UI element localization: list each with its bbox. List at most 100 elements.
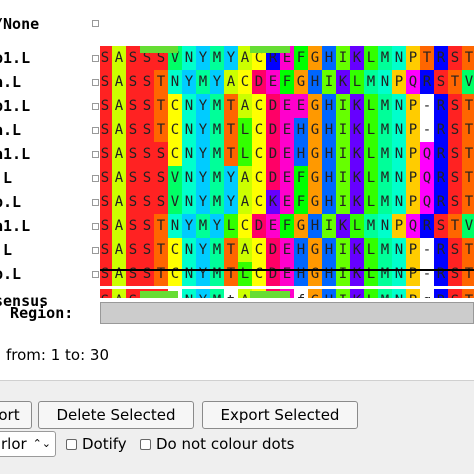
residue-cell[interactable]: N <box>182 166 196 190</box>
consensus-residue[interactable]: Y <box>196 289 210 298</box>
residue-cell[interactable]: Y <box>224 166 238 190</box>
residue-cell[interactable]: R <box>434 238 448 262</box>
residue-cell[interactable]: S <box>434 214 448 238</box>
residue-cell[interactable]: N <box>392 46 406 70</box>
residue-cell[interactable]: N <box>182 94 196 118</box>
residue-cell[interactable]: S <box>126 118 140 142</box>
residue-cell[interactable]: T <box>224 238 238 262</box>
residue-cell[interactable]: A <box>224 70 238 94</box>
residue-cell[interactable]: C <box>168 238 182 262</box>
residue-cell[interactable]: G <box>308 46 322 70</box>
residue-cell[interactable]: I <box>336 118 350 142</box>
residue-cell[interactable]: K <box>266 190 280 214</box>
residue-cell[interactable]: F <box>294 46 308 70</box>
residue-cell[interactable]: L <box>350 70 364 94</box>
residue-cell[interactable]: T <box>462 262 474 286</box>
residue-cell[interactable]: C <box>238 70 252 94</box>
residue-cell[interactable]: N <box>378 214 392 238</box>
residue-cell[interactable]: C <box>168 262 182 286</box>
residue-cell[interactable]: P <box>406 190 420 214</box>
residue-cell[interactable]: I <box>336 262 350 286</box>
residue-cell[interactable]: S <box>154 190 168 214</box>
sequence-label[interactable]: b.L <box>0 262 21 286</box>
residue-cell[interactable]: G <box>308 166 322 190</box>
residue-cell[interactable]: C <box>252 142 266 166</box>
residue-cell[interactable]: N <box>392 94 406 118</box>
residue-cell[interactable]: S <box>100 70 112 94</box>
residue-cell[interactable]: M <box>364 214 378 238</box>
residue-cell[interactable]: L <box>364 46 378 70</box>
residue-cell[interactable]: I <box>336 166 350 190</box>
residue-cell[interactable]: T <box>154 70 168 94</box>
residue-cell[interactable]: S <box>126 190 140 214</box>
residue-cell[interactable]: S <box>434 70 448 94</box>
residue-cell[interactable]: G <box>294 214 308 238</box>
row-checkbox[interactable] <box>92 175 99 182</box>
residue-cell[interactable]: N <box>378 70 392 94</box>
residue-cell[interactable]: G <box>308 94 322 118</box>
residue-cell[interactable]: I <box>336 238 350 262</box>
residue-cell[interactable]: M <box>378 46 392 70</box>
residue-cell[interactable]: Y <box>224 46 238 70</box>
region-field[interactable] <box>100 302 474 324</box>
residue-cell[interactable]: Y <box>196 94 210 118</box>
residue-cell[interactable]: Q <box>406 214 420 238</box>
residue-cell[interactable]: Q <box>406 70 420 94</box>
residue-cell[interactable]: H <box>308 214 322 238</box>
residue-cell[interactable]: T <box>154 262 168 286</box>
residue-cell[interactable]: H <box>322 190 336 214</box>
residue-cell[interactable]: A <box>238 190 252 214</box>
residue-cell[interactable]: H <box>322 118 336 142</box>
residue-cell[interactable]: S <box>140 70 154 94</box>
residue-cell[interactable]: M <box>378 238 392 262</box>
residue-cell[interactable]: - <box>420 118 434 142</box>
residue-cell[interactable]: N <box>182 142 196 166</box>
row-checkbox[interactable] <box>92 223 99 230</box>
residue-cell[interactable]: S <box>448 166 462 190</box>
residue-cell[interactable]: C <box>238 214 252 238</box>
residue-cell[interactable]: C <box>168 118 182 142</box>
no-colour-dots-option[interactable]: Do not colour dots <box>140 433 294 455</box>
residue-cell[interactable]: P <box>406 166 420 190</box>
residue-cell[interactable]: Y <box>182 214 196 238</box>
residue-cell[interactable]: C <box>252 262 266 286</box>
residue-cell[interactable]: R <box>434 262 448 286</box>
residue-cell[interactable]: M <box>378 94 392 118</box>
residue-cell[interactable]: H <box>322 262 336 286</box>
consensus-residue[interactable]: S <box>126 289 140 298</box>
residue-cell[interactable]: L <box>364 262 378 286</box>
residue-cell[interactable]: S <box>154 142 168 166</box>
residue-cell[interactable]: S <box>126 166 140 190</box>
residue-cell[interactable]: S <box>140 262 154 286</box>
residue-cell[interactable]: F <box>280 214 294 238</box>
consensus-residue[interactable]: f <box>294 289 308 298</box>
consensus-residue[interactable]: q <box>420 289 434 298</box>
residue-cell[interactable]: K <box>350 118 364 142</box>
consensus-residue[interactable]: S <box>448 289 462 298</box>
residue-cell[interactable]: D <box>252 70 266 94</box>
residue-cell[interactable]: M <box>378 142 392 166</box>
sequence-label[interactable]: a.L <box>0 70 21 94</box>
residue-cell[interactable]: N <box>182 238 196 262</box>
residue-cell[interactable]: N <box>392 262 406 286</box>
residue-cell[interactable]: V <box>462 70 474 94</box>
residue-cell[interactable]: M <box>210 118 224 142</box>
residue-cell[interactable]: D <box>266 262 280 286</box>
residue-cell[interactable]: T <box>462 166 474 190</box>
residue-cell[interactable]: F <box>294 166 308 190</box>
residue-cell[interactable]: S <box>126 238 140 262</box>
residue-cell[interactable]: I <box>336 94 350 118</box>
sequence-label[interactable]: b1.L <box>0 94 30 118</box>
residue-cell[interactable]: S <box>126 214 140 238</box>
residue-cell[interactable]: N <box>182 190 196 214</box>
residue-cell[interactable]: A <box>112 118 126 142</box>
header-checkbox[interactable] <box>92 20 99 27</box>
residue-cell[interactable]: A <box>238 166 252 190</box>
consensus-residue[interactable]: P <box>406 289 420 298</box>
residue-cell[interactable]: Q <box>420 166 434 190</box>
residue-cell[interactable]: K <box>350 142 364 166</box>
residue-cell[interactable]: P <box>406 142 420 166</box>
residue-cell[interactable]: M <box>210 238 224 262</box>
residue-cell[interactable]: M <box>210 142 224 166</box>
dotify-checkbox[interactable] <box>66 439 77 450</box>
